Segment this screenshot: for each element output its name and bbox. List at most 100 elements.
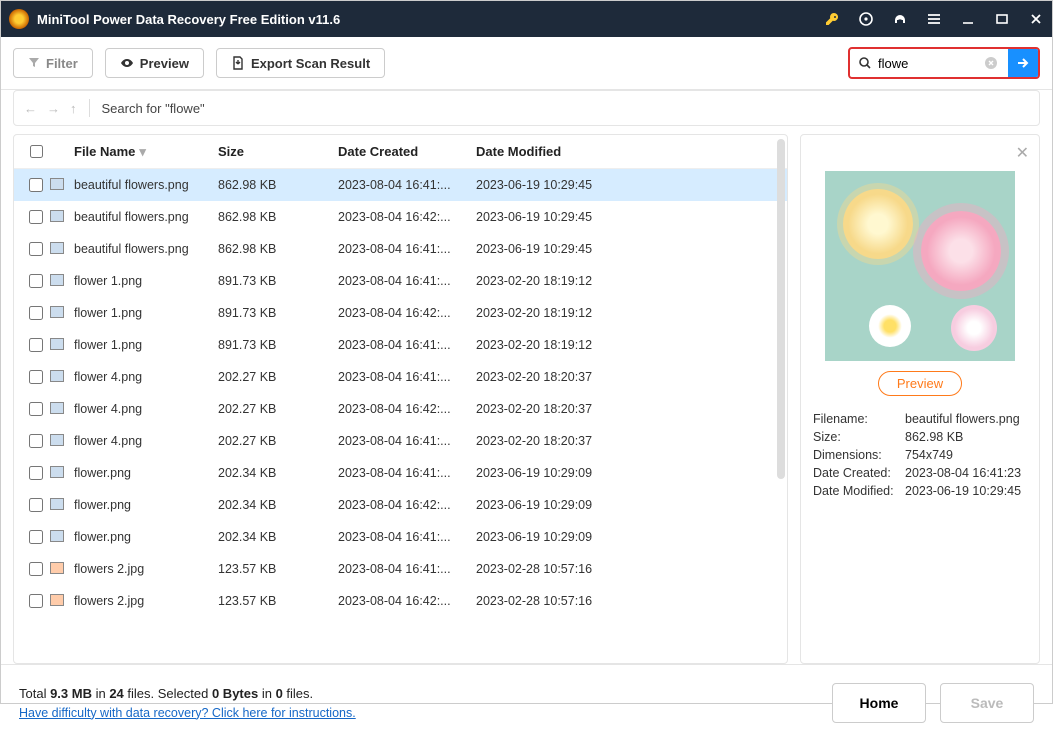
close-preview-icon[interactable]: ✕ (1016, 143, 1029, 163)
cell-name: flower 4.png (70, 370, 218, 384)
file-type-icon (50, 274, 64, 286)
row-checkbox[interactable] (29, 370, 43, 384)
table-row[interactable]: flowers 2.jpg123.57 KB2023-08-04 16:41:.… (14, 553, 787, 585)
row-checkbox[interactable] (29, 178, 43, 192)
table-header: File Name ▾ Size Date Created Date Modif… (14, 135, 787, 169)
table-row[interactable]: flower.png202.34 KB2023-08-04 16:41:...2… (14, 457, 787, 489)
save-button[interactable]: Save (940, 683, 1034, 723)
nav-forward-icon[interactable]: → (47, 101, 60, 116)
cell-created: 2023-08-04 16:42:... (338, 306, 476, 320)
preview-image (825, 171, 1015, 361)
cell-modified: 2023-06-19 10:29:45 (476, 178, 787, 192)
search-box (848, 47, 1040, 79)
table-row[interactable]: beautiful flowers.png862.98 KB2023-08-04… (14, 233, 787, 265)
headset-icon[interactable] (892, 11, 908, 27)
maximize-icon[interactable] (994, 11, 1010, 27)
row-checkbox[interactable] (29, 338, 43, 352)
cell-modified: 2023-02-20 18:19:12 (476, 306, 787, 320)
file-type-icon (50, 178, 64, 190)
eye-icon (120, 56, 134, 70)
cell-created: 2023-08-04 16:41:... (338, 530, 476, 544)
row-checkbox[interactable] (29, 434, 43, 448)
cell-size: 202.34 KB (218, 466, 338, 480)
cell-created: 2023-08-04 16:41:... (338, 338, 476, 352)
preview-button[interactable]: Preview (105, 48, 204, 78)
col-size[interactable]: Size (218, 144, 338, 159)
row-checkbox[interactable] (29, 402, 43, 416)
nav-back-icon[interactable]: ← (24, 101, 37, 116)
search-input[interactable] (878, 56, 978, 71)
cell-modified: 2023-02-20 18:20:37 (476, 402, 787, 416)
cell-modified: 2023-06-19 10:29:09 (476, 530, 787, 544)
cell-created: 2023-08-04 16:42:... (338, 594, 476, 608)
row-checkbox[interactable] (29, 306, 43, 320)
table-row[interactable]: beautiful flowers.png862.98 KB2023-08-04… (14, 201, 787, 233)
table-row[interactable]: flowers 2.jpg123.57 KB2023-08-04 16:42:.… (14, 585, 787, 617)
filter-icon (28, 57, 40, 69)
table-row[interactable]: flower 4.png202.27 KB2023-08-04 16:41:..… (14, 361, 787, 393)
row-checkbox[interactable] (29, 466, 43, 480)
file-type-icon (50, 466, 64, 478)
col-created[interactable]: Date Created (338, 144, 476, 159)
close-icon[interactable] (1028, 11, 1044, 27)
cell-name: flower.png (70, 530, 218, 544)
home-button[interactable]: Home (832, 683, 926, 723)
file-type-icon (50, 594, 64, 606)
row-checkbox[interactable] (29, 210, 43, 224)
footer-summary: Total 9.3 MB in 24 files. Selected 0 Byt… (19, 686, 356, 701)
row-checkbox[interactable] (29, 594, 43, 608)
search-go-button[interactable] (1008, 49, 1038, 77)
col-modified[interactable]: Date Modified (476, 144, 787, 159)
cell-name: beautiful flowers.png (70, 178, 218, 192)
cell-modified: 2023-02-20 18:19:12 (476, 274, 787, 288)
cell-size: 123.57 KB (218, 594, 338, 608)
cell-created: 2023-08-04 16:42:... (338, 210, 476, 224)
cell-name: flower.png (70, 466, 218, 480)
file-type-icon (50, 402, 64, 414)
key-icon[interactable] (824, 11, 840, 27)
table-row[interactable]: flower 1.png891.73 KB2023-08-04 16:41:..… (14, 329, 787, 361)
row-checkbox[interactable] (29, 562, 43, 576)
table-row[interactable]: flower.png202.34 KB2023-08-04 16:41:...2… (14, 521, 787, 553)
export-button[interactable]: Export Scan Result (216, 48, 385, 78)
file-type-icon (50, 498, 64, 510)
col-name[interactable]: File Name ▾ (70, 144, 218, 160)
cell-modified: 2023-06-19 10:29:09 (476, 498, 787, 512)
table-row[interactable]: flower.png202.34 KB2023-08-04 16:42:...2… (14, 489, 787, 521)
table-row[interactable]: flower 4.png202.27 KB2023-08-04 16:41:..… (14, 425, 787, 457)
minimize-icon[interactable] (960, 11, 976, 27)
scrollbar[interactable] (777, 139, 785, 479)
cell-size: 891.73 KB (218, 306, 338, 320)
row-checkbox[interactable] (29, 274, 43, 288)
table-row[interactable]: beautiful flowers.png862.98 KB2023-08-04… (14, 169, 787, 201)
preview-open-button[interactable]: Preview (878, 371, 962, 396)
row-checkbox[interactable] (29, 242, 43, 256)
window-title: MiniTool Power Data Recovery Free Editio… (37, 12, 824, 27)
cell-created: 2023-08-04 16:41:... (338, 466, 476, 480)
menu-icon[interactable] (926, 11, 942, 27)
breadcrumb-text: Search for "flowe" (102, 101, 205, 116)
cell-size: 862.98 KB (218, 242, 338, 256)
cell-created: 2023-08-04 16:41:... (338, 178, 476, 192)
table-row[interactable]: flower 4.png202.27 KB2023-08-04 16:42:..… (14, 393, 787, 425)
cell-created: 2023-08-04 16:41:... (338, 242, 476, 256)
select-all-checkbox[interactable] (30, 145, 43, 158)
cell-created: 2023-08-04 16:41:... (338, 274, 476, 288)
nav-up-icon[interactable]: ↑ (70, 101, 77, 116)
disc-icon[interactable] (858, 11, 874, 27)
cell-size: 202.34 KB (218, 530, 338, 544)
cell-name: beautiful flowers.png (70, 210, 218, 224)
row-checkbox[interactable] (29, 530, 43, 544)
help-link[interactable]: Have difficulty with data recovery? Clic… (19, 706, 356, 720)
export-label: Export Scan Result (251, 56, 370, 71)
cell-size: 891.73 KB (218, 338, 338, 352)
row-checkbox[interactable] (29, 498, 43, 512)
cell-created: 2023-08-04 16:41:... (338, 434, 476, 448)
file-type-icon (50, 338, 64, 350)
cell-name: flowers 2.jpg (70, 562, 218, 576)
table-row[interactable]: flower 1.png891.73 KB2023-08-04 16:42:..… (14, 297, 787, 329)
cell-name: flower 1.png (70, 274, 218, 288)
filter-button[interactable]: Filter (13, 48, 93, 78)
clear-search-icon[interactable] (984, 56, 998, 70)
table-row[interactable]: flower 1.png891.73 KB2023-08-04 16:41:..… (14, 265, 787, 297)
